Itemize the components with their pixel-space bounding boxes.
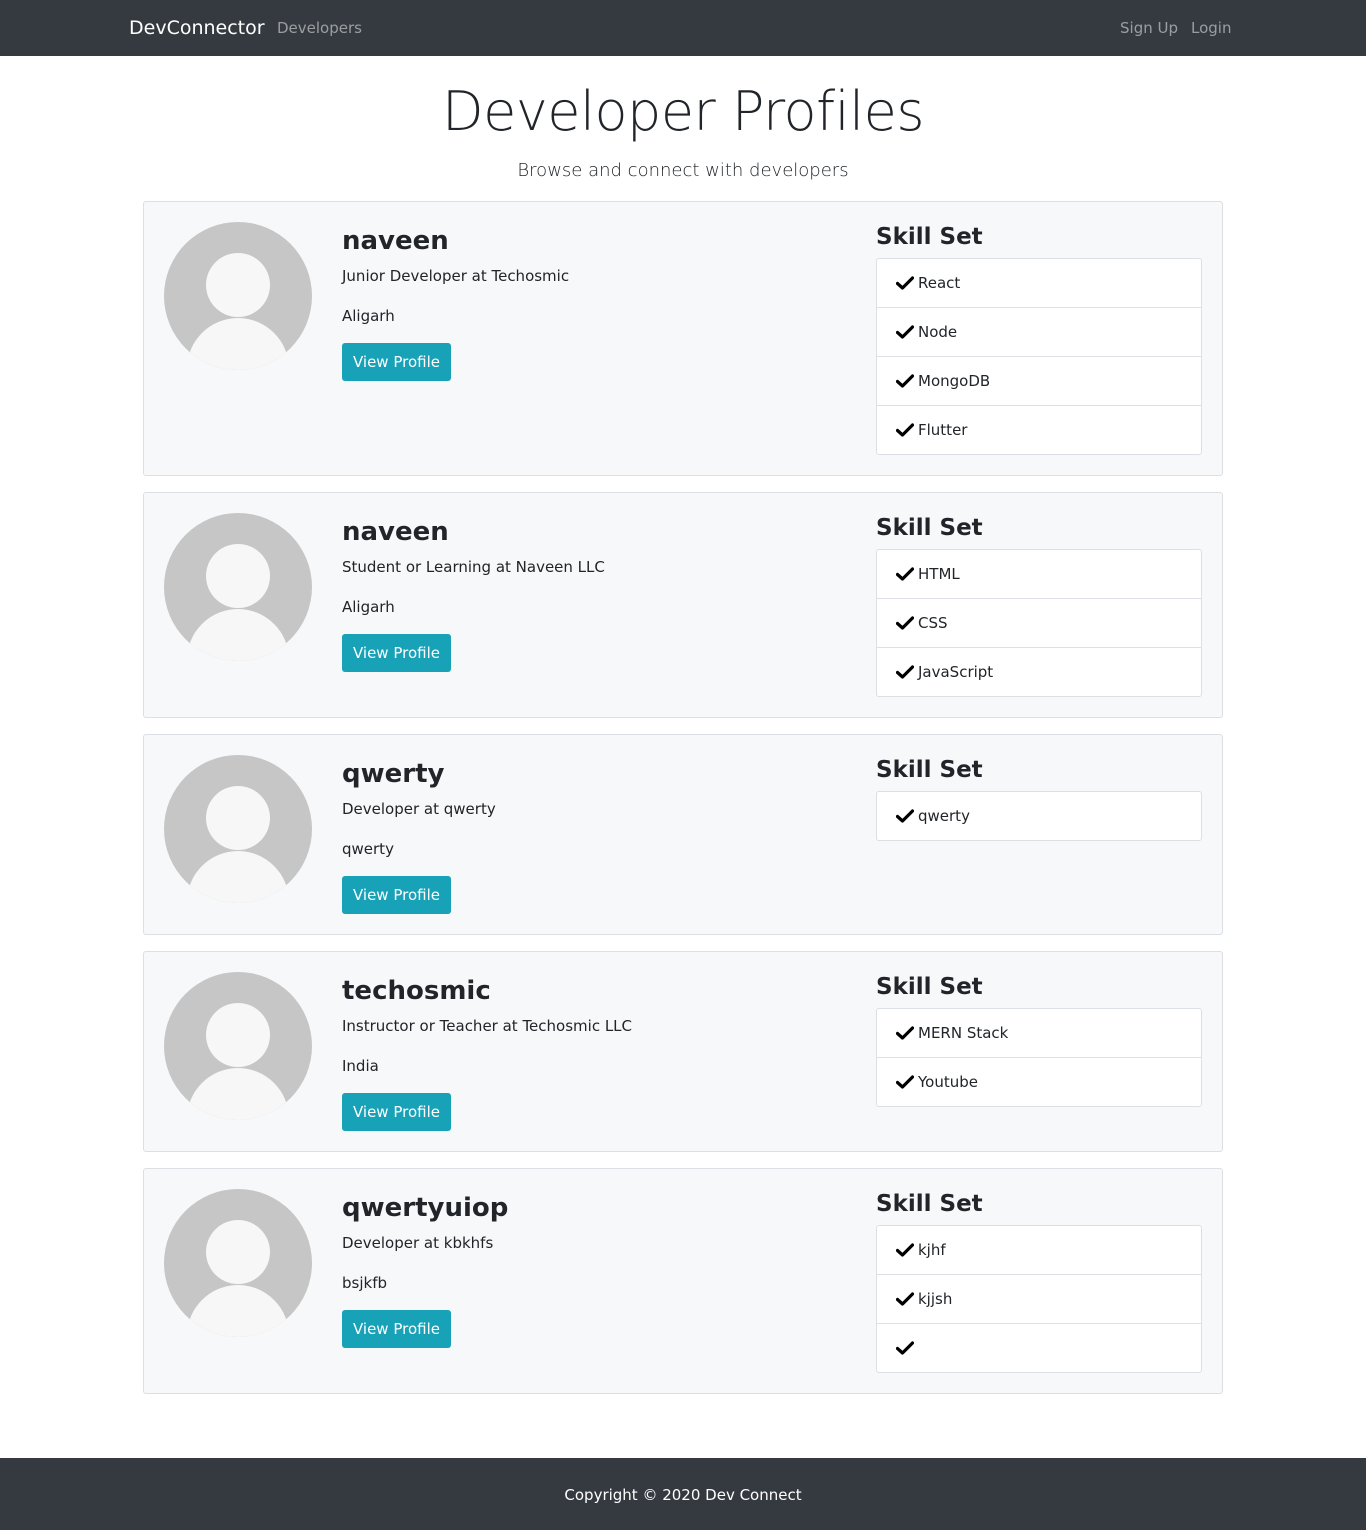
check-icon	[896, 1292, 914, 1306]
view-profile-button[interactable]: View Profile	[342, 1310, 451, 1348]
view-profile-button[interactable]: View Profile	[342, 876, 451, 914]
check-icon	[896, 1026, 914, 1040]
check-icon	[896, 567, 914, 581]
skill-label: Node	[918, 323, 958, 341]
skill-list: qwerty	[876, 791, 1202, 841]
avatar-body	[187, 318, 289, 370]
skill-set-title: Skill Set	[876, 515, 983, 541]
brand-link[interactable]: DevConnector	[129, 17, 265, 39]
profile-name: naveen	[342, 517, 449, 547]
profile-location: India	[342, 1057, 379, 1075]
check-icon	[896, 423, 914, 437]
skill-label: Flutter	[918, 421, 968, 439]
skill-list: MERN Stack Youtube	[876, 1008, 1202, 1107]
profile-card: qwertyuiop Developer at kbkhfs bsjkfb View …	[143, 1168, 1223, 1394]
profile-status: Developer at kbkhfs	[342, 1234, 494, 1252]
footer-copyright: Copyright © 2020 Dev Connect	[564, 1486, 802, 1504]
skill-item: Node	[877, 308, 1201, 357]
check-icon	[896, 616, 914, 630]
check-icon	[896, 665, 914, 679]
profile-card: techosmic Instructor or Teacher at Techos…	[143, 951, 1223, 1152]
check-icon	[896, 1243, 914, 1257]
view-profile-button[interactable]: View Profile	[342, 343, 451, 381]
skill-label: CSS	[918, 614, 948, 632]
check-icon	[896, 809, 914, 823]
check-icon	[896, 1341, 914, 1355]
skill-label: HTML	[918, 565, 960, 583]
avatar-head	[206, 253, 270, 317]
profile-name: qwerty	[342, 759, 445, 789]
nav-login-link[interactable]: Login	[1191, 19, 1231, 37]
navbar: DevConnector Developers Sign Up Login	[0, 0, 1366, 56]
nav-signup-link[interactable]: Sign Up	[1120, 19, 1178, 37]
skill-item: CSS	[877, 599, 1201, 648]
skill-label: React	[918, 274, 961, 292]
avatar-head	[206, 544, 270, 608]
skill-item: HTML	[877, 550, 1201, 599]
avatar-head	[206, 1003, 270, 1067]
avatar-body	[187, 1285, 289, 1337]
skill-item: JavaScript	[877, 648, 1201, 696]
profile-card: naveen Student or Learning at Naveen LLC A…	[143, 492, 1223, 718]
profile-status: Student or Learning at Naveen LLC	[342, 558, 605, 576]
skill-item: React	[877, 259, 1201, 308]
avatar-icon	[164, 513, 312, 661]
profile-card: naveen Junior Developer at Techosmic Aliga…	[143, 201, 1223, 476]
profile-name: techosmic	[342, 976, 491, 1006]
skill-label: kjjsh	[918, 1290, 953, 1308]
page-title: Developer Profiles	[442, 80, 924, 143]
view-profile-button[interactable]: View Profile	[342, 1093, 451, 1131]
avatar-icon	[164, 1189, 312, 1337]
avatar-icon	[164, 972, 312, 1120]
avatar-body	[187, 609, 289, 661]
skill-item: MERN Stack	[877, 1009, 1201, 1058]
skill-label: MERN Stack	[918, 1024, 1009, 1042]
avatar-body	[187, 851, 289, 903]
profile-name: qwertyuiop	[342, 1193, 509, 1223]
profile-name: naveen	[342, 226, 449, 256]
skill-label: Youtube	[918, 1073, 978, 1091]
skill-item: kjjsh	[877, 1275, 1201, 1324]
footer: Copyright © 2020 Dev Connect	[0, 1458, 1366, 1530]
check-icon	[896, 374, 914, 388]
skill-set-title: Skill Set	[876, 974, 983, 1000]
nav-developers-link[interactable]: Developers	[277, 19, 362, 37]
skill-item: Youtube	[877, 1058, 1201, 1106]
profile-location: bsjkfb	[342, 1274, 387, 1292]
profile-location: qwerty	[342, 840, 394, 858]
skill-list: HTML CSS JavaScript	[876, 549, 1202, 697]
skill-item: MongoDB	[877, 357, 1201, 406]
profile-status: Instructor or Teacher at Techosmic LLC	[342, 1017, 633, 1035]
avatar-head	[206, 786, 270, 850]
profile-location: Aligarh	[342, 598, 395, 616]
skill-item: qwerty	[877, 792, 1201, 840]
skill-set-title: Skill Set	[876, 224, 983, 250]
skill-set-title: Skill Set	[876, 1191, 983, 1217]
skill-item	[877, 1324, 1201, 1372]
check-icon	[896, 276, 914, 290]
view-profile-button[interactable]: View Profile	[342, 634, 451, 672]
skill-item: kjhf	[877, 1226, 1201, 1275]
check-icon	[896, 1075, 914, 1089]
skill-label: qwerty	[918, 807, 970, 825]
check-icon	[896, 325, 914, 339]
profile-card: qwerty Developer at qwerty qwerty View Prof…	[143, 734, 1223, 935]
avatar-head	[206, 1220, 270, 1284]
profile-status: Junior Developer at Techosmic	[342, 267, 570, 285]
skill-label: MongoDB	[918, 372, 991, 390]
avatar-icon	[164, 755, 312, 903]
skill-label: kjhf	[918, 1241, 946, 1259]
skill-set-title: Skill Set	[876, 757, 983, 783]
skill-list: kjhf kjjsh	[876, 1225, 1202, 1373]
page-subtitle: Browse and connect with developers	[517, 160, 849, 181]
skill-label: JavaScript	[918, 663, 994, 681]
avatar-icon	[164, 222, 312, 370]
skill-list: React Node MongoDB Flutter	[876, 258, 1202, 455]
profile-location: Aligarh	[342, 307, 395, 325]
skill-item: Flutter	[877, 406, 1201, 454]
avatar-body	[187, 1068, 289, 1120]
profile-status: Developer at qwerty	[342, 800, 496, 818]
